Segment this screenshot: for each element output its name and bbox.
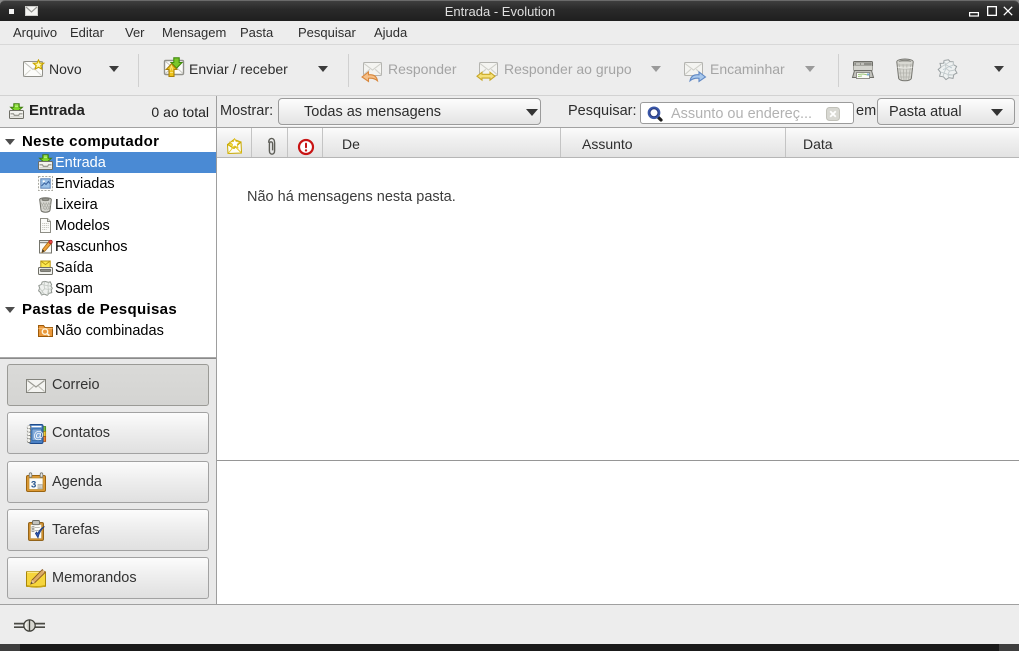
svg-text:3: 3 [31, 480, 36, 491]
svg-text:@: @ [33, 429, 44, 441]
